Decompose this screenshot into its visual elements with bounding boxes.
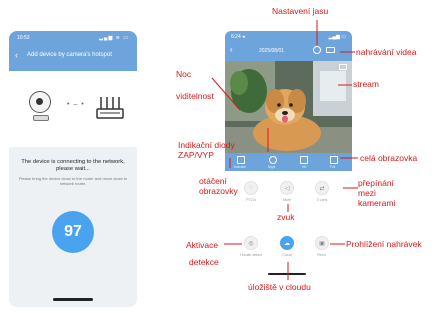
home-indicator	[53, 298, 93, 301]
live-view-screen: 6:24 ◂ ▂▄▆ ▭ ‹ 2025/08/01 Indicator Nigh…	[225, 31, 352, 171]
connection-illustration: • – •	[9, 71, 137, 147]
connecting-message: The device is connecting to the network,…	[21, 159, 125, 172]
detection-button[interactable]: ◎	[244, 236, 258, 250]
camera-base-icon	[33, 115, 49, 121]
annotation-fullscreen: celá obrazovka	[360, 153, 418, 163]
stream-date: 2025/08/01	[259, 48, 285, 54]
dog-stream-image	[225, 61, 352, 157]
annotation-stream: stream	[353, 79, 379, 89]
bottom-divider	[268, 273, 306, 275]
annotation-activation: Aktivace	[186, 240, 219, 250]
rotate-label: PTZ/4	[246, 198, 256, 202]
switch-cameras-label: 2 Lens	[316, 198, 328, 202]
annotation-indicator-leds: Indikační diody ZAP/VYP	[178, 140, 235, 160]
annotation-video-recording: nahrávání videa	[356, 47, 417, 57]
connecting-dots-icon: • – •	[67, 101, 85, 108]
cloud-icon: ☁	[284, 240, 290, 247]
screen-title: Add device by camera's hotspot	[27, 52, 112, 58]
annotation-cloud-storage: úložiště v cloudu	[248, 282, 311, 292]
annotation-visibility: viditelnost	[176, 91, 214, 101]
progress-value: 97	[64, 223, 82, 240]
progress-indicator: 97	[52, 211, 94, 253]
toolbar-label-full: Full	[330, 165, 336, 169]
back-button[interactable]: ‹	[15, 50, 18, 60]
switch-cameras-button[interactable]: ⇄	[315, 181, 329, 195]
cloud-button[interactable]: ☁	[280, 236, 294, 250]
status-icons: ▂▄▆ ▭	[328, 34, 346, 40]
annotation-recordings: Prohlížení nahrávek	[346, 239, 422, 249]
camera-icon	[29, 91, 51, 113]
status-time: 6:24 ◂	[231, 34, 245, 40]
recordings-icon: ▣	[319, 240, 325, 247]
recordings-button[interactable]: ▣	[315, 236, 329, 250]
switch-camera-icon: ⇄	[319, 185, 325, 192]
toolbar-label-hd: HD	[302, 165, 307, 169]
fullscreen-icon[interactable]	[330, 156, 338, 164]
sound-label: Mute	[283, 198, 291, 202]
status-bar: 6:24 ◂ ▂▄▆ ▭	[231, 34, 346, 40]
status-bar: 10:53 ▂▄▆ ≋ ▭	[17, 35, 129, 41]
cloud-label: Cloud	[282, 253, 292, 257]
toolbar-label-night: Night	[268, 165, 276, 169]
rotate-icon: ◌	[249, 185, 253, 191]
recordings-label: Recd.	[317, 253, 327, 257]
annotation-sound: zvuk	[277, 212, 295, 222]
night-vision-icon[interactable]	[269, 156, 277, 164]
rotate-button[interactable]: ◌	[244, 181, 258, 195]
status-time: 10:53	[17, 35, 30, 41]
connecting-hint: Please bring the device close to the rou…	[18, 176, 128, 186]
header-bar: 10:53 ▂▄▆ ≋ ▭ ‹ Add device by camera's h…	[9, 31, 137, 71]
detection-label: Human detect	[240, 253, 262, 257]
toolbar-label-indicator: Indicator	[234, 165, 247, 169]
annotation-detection: detekce	[189, 257, 219, 267]
hd-icon[interactable]	[300, 156, 308, 164]
sound-button[interactable]: ◁	[280, 181, 294, 195]
add-device-screen: 10:53 ▂▄▆ ≋ ▭ ‹ Add device by camera's h…	[9, 31, 137, 307]
stream-toolbar: Indicator Night HD Full	[225, 153, 352, 171]
signal-icons: ▂▄▆ ≋ ▭	[99, 35, 129, 41]
annotation-brightness: Nastavení jasu	[272, 6, 329, 16]
annotation-screen-rotation: otáčení obrazovky	[199, 176, 238, 196]
brightness-settings-icon[interactable]	[313, 46, 321, 54]
stretch-icon[interactable]	[339, 64, 347, 70]
back-button[interactable]: ‹	[230, 45, 233, 54]
annotation-night: Noc	[176, 69, 192, 79]
detection-icon: ◎	[248, 240, 254, 247]
record-video-icon[interactable]	[326, 47, 335, 53]
speaker-icon: ◁	[284, 185, 290, 192]
router-icon	[96, 97, 124, 119]
video-stream[interactable]	[225, 61, 352, 157]
annotation-camera-switch: přepínání mezi kamerami	[358, 178, 396, 208]
